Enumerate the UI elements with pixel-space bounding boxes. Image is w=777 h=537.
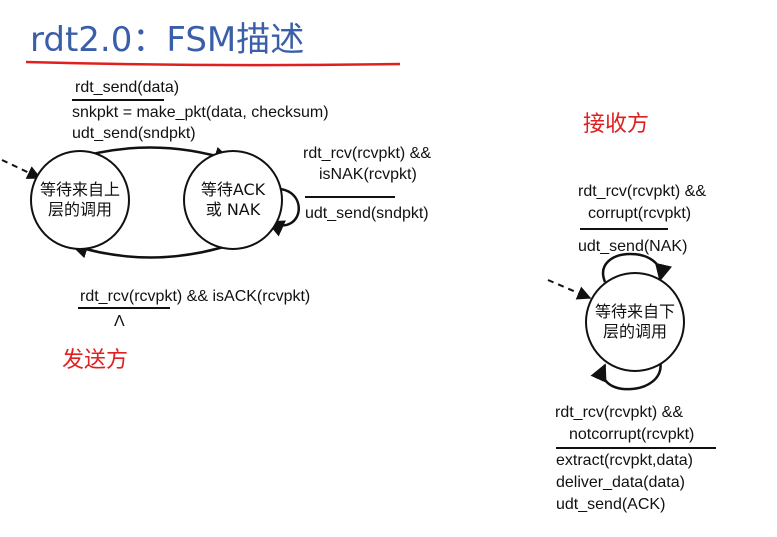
state-wait-ack-nak: 等待ACK或 NAK <box>183 150 283 250</box>
sender-bottom-event: rdt_rcv(rcvpkt) && isACK(rcvpkt) <box>80 288 311 305</box>
receiver-bottom-action-3: udt_send(ACK) <box>556 496 666 513</box>
state-label: 等待ACK或 NAK <box>200 180 266 219</box>
sender-top-action-2: udt_send(sndpkt) <box>72 125 196 142</box>
receiver-label: 接收方 <box>583 112 650 137</box>
sender-initial-arrow <box>1 159 42 179</box>
state-label: 等待来自下层的调用 <box>594 302 675 341</box>
state-label: 等待来自上层的调用 <box>39 180 120 219</box>
sender-self-divider <box>305 196 395 198</box>
receiver-bottom-action-1: extract(rcvpkt,data) <box>556 452 693 469</box>
receiver-initial-arrow <box>547 279 592 300</box>
sender-label: 发送方 <box>62 348 129 373</box>
receiver-bottom-event-1: rdt_rcv(rcvpkt) && <box>555 404 684 421</box>
sender-self-action: udt_send(sndpkt) <box>305 205 429 222</box>
receiver-top-action: udt_send(NAK) <box>578 238 688 255</box>
receiver-top-divider <box>580 228 668 230</box>
sender-top-divider <box>72 99 164 101</box>
sender-bottom-action: Λ <box>114 313 125 330</box>
receiver-top-event-1: rdt_rcv(rcvpkt) && <box>578 183 707 200</box>
sender-self-event-2: isNAK(rcvpkt) <box>319 166 417 183</box>
receiver-bottom-event-2: notcorrupt(rcvpkt) <box>569 426 695 443</box>
sender-bottom-divider <box>78 307 170 309</box>
state-wait-call-from-below: 等待来自下层的调用 <box>585 272 685 372</box>
sender-self-event-1: rdt_rcv(rcvpkt) && <box>303 145 432 162</box>
receiver-top-event-2: corrupt(rcvpkt) <box>588 205 692 222</box>
receiver-bottom-action-2: deliver_data(data) <box>556 474 685 491</box>
sender-top-action-1: snkpkt = make_pkt(data, checksum) <box>72 104 329 121</box>
sender-top-event: rdt_send(data) <box>75 79 180 96</box>
state-wait-call-from-above: 等待来自上层的调用 <box>30 150 130 250</box>
receiver-bottom-divider <box>556 447 716 449</box>
